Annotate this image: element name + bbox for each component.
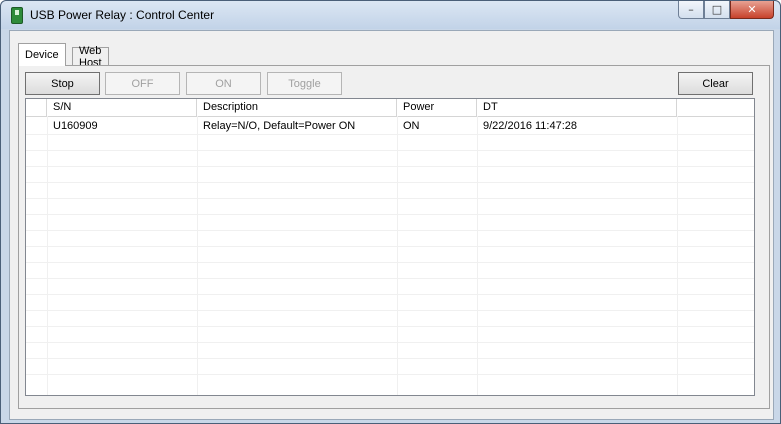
grid-line <box>26 246 754 247</box>
maximize-button[interactable]: □ <box>704 1 730 19</box>
window-controls: – □ ✕ <box>678 1 774 19</box>
on-button[interactable]: ON <box>186 72 261 95</box>
toggle-button[interactable]: Toggle <box>267 72 342 95</box>
cell-dt: 9/22/2016 11:47:28 <box>483 120 577 132</box>
grid-line <box>26 182 754 183</box>
minimize-button[interactable]: – <box>678 1 704 19</box>
usb-relay-app-icon <box>11 7 23 24</box>
app-window: USB Power Relay : Control Center – □ ✕ D… <box>0 0 781 424</box>
grid-line <box>26 214 754 215</box>
grid-line <box>677 116 678 395</box>
grid-line <box>26 198 754 199</box>
title-bar[interactable]: USB Power Relay : Control Center – □ ✕ <box>1 1 780 29</box>
grid-line <box>26 262 754 263</box>
grid-line <box>26 150 754 151</box>
grid-line <box>47 116 48 395</box>
close-button[interactable]: ✕ <box>730 1 774 19</box>
cell-index <box>26 118 47 134</box>
off-button[interactable]: OFF <box>105 72 180 95</box>
grid-line <box>26 358 754 359</box>
grid-line <box>26 294 754 295</box>
grid-line <box>197 116 198 395</box>
grid-line <box>26 374 754 375</box>
grid-line <box>26 342 754 343</box>
list-header: S/N Description Power DT <box>26 99 754 117</box>
cell-sn: U160909 <box>53 120 98 132</box>
window-title: USB Power Relay : Control Center <box>30 8 215 22</box>
client-area: Device Web Host Stop OFF ON Toggle Clear… <box>9 30 774 420</box>
device-list[interactable]: S/N Description Power DT U160909 Relay=N… <box>25 98 755 396</box>
tab-device[interactable]: Device <box>18 43 66 66</box>
column-header-index[interactable] <box>26 99 47 116</box>
column-header-sn[interactable]: S/N <box>47 99 197 116</box>
column-header-filler <box>677 99 754 116</box>
grid-line <box>397 116 398 395</box>
column-header-power[interactable]: Power <box>397 99 477 116</box>
device-tab-panel: Stop OFF ON Toggle Clear S/N Description… <box>18 65 770 409</box>
grid-line <box>477 116 478 395</box>
grid-line <box>26 310 754 311</box>
cell-description: Relay=N/O, Default=Power ON <box>203 120 356 132</box>
grid-line <box>26 134 754 135</box>
grid-line <box>26 278 754 279</box>
clear-button[interactable]: Clear <box>678 72 753 95</box>
grid-line <box>26 166 754 167</box>
stop-button[interactable]: Stop <box>25 72 100 95</box>
column-header-dt[interactable]: DT <box>477 99 677 116</box>
column-header-description[interactable]: Description <box>197 99 397 116</box>
tab-web-host[interactable]: Web Host <box>72 45 109 69</box>
cell-power: ON <box>403 120 420 132</box>
cell-extra <box>677 118 754 134</box>
table-row[interactable]: U160909 Relay=N/O, Default=Power ON ON 9… <box>26 118 754 134</box>
grid-line <box>26 230 754 231</box>
grid-line <box>26 326 754 327</box>
